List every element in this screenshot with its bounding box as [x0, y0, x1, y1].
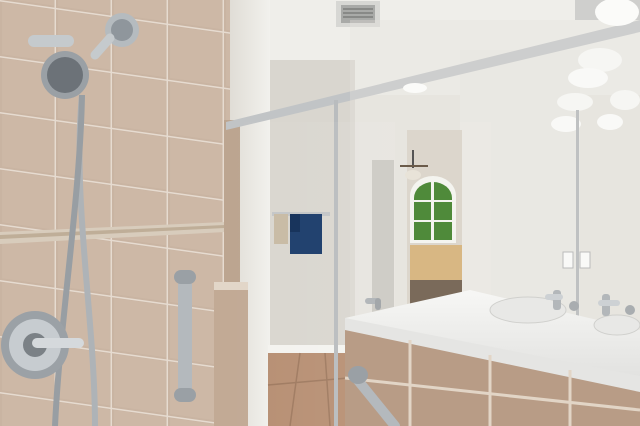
- reflected-window: [410, 176, 456, 243]
- ceiling-light-reflection: [403, 83, 427, 93]
- electrical-outlet: [562, 251, 574, 269]
- electrical-outlet: [579, 251, 591, 269]
- sink-basin: [593, 314, 640, 336]
- bathroom-photo: [0, 0, 640, 426]
- reflected-door: [372, 160, 394, 315]
- bathroom-scene: [0, 0, 640, 426]
- towel-beige: [274, 214, 288, 244]
